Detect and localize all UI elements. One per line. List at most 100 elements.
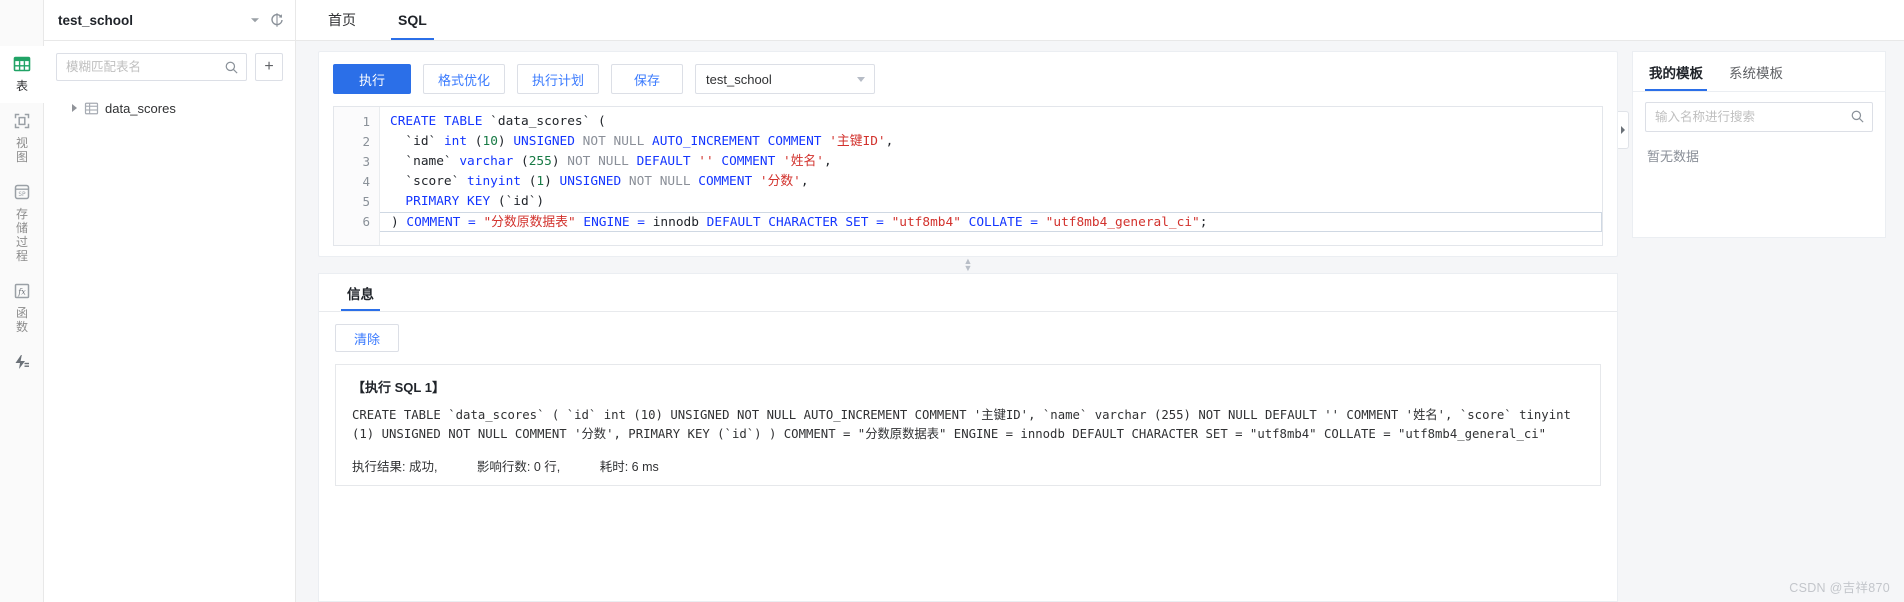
code-token: (`id`) (497, 194, 545, 209)
line-number: 2 (362, 134, 370, 149)
code-token: PRIMARY KEY (390, 194, 498, 209)
table-search-input[interactable] (57, 54, 246, 80)
code-token: innodb (652, 215, 707, 230)
table-search-box[interactable] (56, 53, 247, 81)
code-token: int (443, 134, 475, 149)
clear-button[interactable]: 清除 (335, 324, 399, 352)
info-tabbar: 信息 (319, 274, 1617, 312)
add-table-button[interactable]: + (255, 53, 283, 81)
editor-resize-handle[interactable]: ▲ ▼ (318, 257, 1618, 273)
code-token: NOT NULL (628, 174, 699, 189)
main-area: 首页 SQL 执行 格式优化 执行计划 保存 test_school 1 2 3… (296, 0, 1904, 602)
schema-select-value: test_school (706, 71, 772, 87)
code-token: ) (391, 215, 407, 230)
info-body: 清除 【执行 SQL 1】 CREATE TABLE `data_scores`… (319, 312, 1617, 601)
table-icon (84, 102, 99, 114)
workspace: 执行 格式优化 执行计划 保存 test_school 1 2 3 4 5 6 CREAT… (296, 41, 1904, 602)
sql-code-content[interactable]: CREATE TABLE `data_scores` ( `id` int (1… (380, 107, 1602, 245)
tree-node-data-scores[interactable]: data_scores (44, 95, 295, 121)
database-header: test_school (44, 0, 295, 41)
format-button[interactable]: 格式优化 (423, 64, 506, 94)
code-token: varchar (459, 154, 521, 169)
template-search-input[interactable] (1646, 103, 1872, 131)
log-affected-rows: 影响行数: 0 行, (476, 460, 561, 474)
code-line[interactable]: `score` tinyint (1) UNSIGNED NOT NULL CO… (380, 172, 1602, 192)
search-icon[interactable] (1850, 109, 1865, 124)
schema-select[interactable]: test_school (695, 64, 876, 94)
code-token: '' (698, 154, 714, 169)
sql-editor[interactable]: 1 2 3 4 5 6 CREATE TABLE `data_scores` ( `id`… (333, 106, 1603, 246)
tab-sql[interactable]: SQL (382, 0, 443, 40)
code-token: , (824, 154, 832, 169)
template-panel: 我的模板 系统模板 暂无数据 (1632, 51, 1886, 238)
code-line[interactable]: `name` varchar (255) NOT NULL DEFAULT ''… (380, 152, 1602, 172)
rail-item-table[interactable]: 表 (0, 46, 44, 103)
code-token: ; (1199, 215, 1208, 230)
log-status-row: 执行结果: 成功, 影响行数: 0 行, 耗时: 6 ms (352, 456, 1584, 475)
save-button[interactable]: 保存 (611, 64, 684, 94)
code-token: '姓名' (783, 154, 825, 169)
tab-system-templates[interactable]: 系统模板 (1725, 52, 1787, 91)
code-line[interactable]: CREATE TABLE `data_scores` ( (380, 112, 1602, 132)
code-token: "分数原数据表" (483, 215, 576, 230)
code-token: 255 (528, 154, 552, 169)
template-tabbar: 我的模板 系统模板 (1633, 52, 1885, 92)
chevron-down-icon (857, 77, 866, 82)
template-collapse-toggle[interactable] (1618, 111, 1629, 149)
svg-text:SP: SP (18, 191, 26, 198)
svg-text:fx: fx (17, 288, 26, 297)
stored-procedure-icon: SP (14, 184, 30, 200)
code-token: "utf8mb4_general_ci" (1045, 215, 1200, 230)
code-token: tinyint (467, 174, 529, 189)
code-token: NOT NULL (567, 154, 637, 169)
code-line[interactable]: `id` int (10) UNSIGNED NOT NULL AUTO_INC… (380, 132, 1602, 152)
code-token: `score` (390, 174, 468, 189)
line-number: 5 (362, 194, 370, 209)
table-tree: data_scores (44, 91, 295, 121)
chevron-down-icon[interactable] (247, 12, 263, 28)
app-root: 表 视图 SP 存储过程 fx 函数 test_school 模糊匹配表名 + … (0, 0, 1904, 602)
code-line[interactable]: ) COMMENT = "分数原数据表" ENGINE = innodb DEF… (380, 212, 1602, 232)
table-search-row: + (44, 41, 295, 91)
code-token: "utf8mb4" (891, 215, 961, 230)
tab-my-templates[interactable]: 我的模板 (1645, 52, 1707, 91)
template-column: 我的模板 系统模板 暂无数据 (1618, 41, 1904, 602)
line-number: 6 (362, 214, 370, 229)
code-token: ) (497, 134, 514, 149)
code-token: `name` (390, 154, 460, 169)
code-token: COMMENT (713, 154, 783, 169)
search-icon[interactable] (224, 60, 239, 75)
refresh-icon[interactable] (269, 12, 285, 28)
code-token: UNSIGNED (513, 134, 583, 149)
log-sql-text: CREATE TABLE `data_scores` ( `id` int (1… (352, 408, 1579, 441)
code-token: DEFAULT (636, 154, 699, 169)
code-token: 10 (482, 134, 498, 149)
trigger-icon (15, 355, 29, 369)
info-panel: 信息 清除 【执行 SQL 1】 CREATE TABLE `data_scor… (318, 273, 1618, 602)
chevron-right-icon[interactable] (72, 104, 77, 112)
rail-label-table: 表 (15, 79, 28, 93)
code-token: , (885, 134, 894, 149)
function-icon: fx (14, 283, 30, 299)
log-title: 【执行 SQL 1】 (352, 380, 445, 395)
tab-home[interactable]: 首页 (312, 0, 372, 40)
watermark: CSDN @吉祥870 (1789, 581, 1890, 595)
rail-item-stored-procedure[interactable]: SP 存储过程 (0, 174, 44, 273)
code-token: COMMENT (698, 174, 760, 189)
code-token: ) (551, 154, 568, 169)
sql-toolbar: 执行 格式优化 执行计划 保存 test_school (333, 64, 1603, 94)
rail-item-function[interactable]: fx 函数 (0, 273, 44, 344)
explain-plan-button[interactable]: 执行计划 (517, 64, 600, 94)
line-number: 3 (362, 154, 370, 169)
code-line[interactable]: PRIMARY KEY (`id`) (380, 192, 1602, 212)
execute-button[interactable]: 执行 (333, 64, 411, 94)
rail-item-view[interactable]: 视图 (0, 103, 44, 174)
rail-item-trigger[interactable] (0, 344, 44, 387)
tab-info[interactable]: 信息 (335, 274, 386, 311)
template-search-box[interactable] (1645, 102, 1873, 132)
log-duration: 耗时: 6 ms (599, 460, 659, 474)
template-empty-text: 暂无数据 (1647, 149, 1700, 164)
resize-grip-down: ▼ (963, 263, 973, 273)
code-token: `id` (390, 134, 444, 149)
code-token: '分数' (759, 174, 801, 189)
